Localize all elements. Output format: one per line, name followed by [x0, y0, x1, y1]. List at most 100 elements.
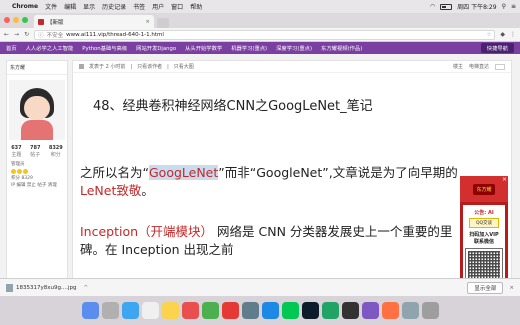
extension-icon[interactable]: ◆ — [500, 31, 505, 38]
file-icon — [6, 283, 13, 292]
show-all-downloads-button[interactable]: 显示全部 — [467, 281, 504, 294]
points-row: 积分 8329 — [11, 176, 33, 181]
nav-videos[interactable]: 东方耀视频(作品) — [321, 44, 362, 52]
download-item[interactable]: 1835317y8xu9g....jpg ^ — [6, 283, 88, 292]
safari-icon[interactable] — [121, 302, 139, 319]
avatar[interactable] — [9, 80, 65, 140]
quick-nav-button[interactable]: 快捷导航 — [480, 43, 514, 53]
stat-points[interactable]: 8329 积分 — [49, 145, 63, 158]
post-meta: 发表于 2 小时前 | 只看该作者 | 只看大图 楼主 电梯直达 — [73, 61, 511, 73]
author-only-link[interactable]: 只看该作者 — [137, 63, 162, 70]
app-store-icon[interactable] — [261, 302, 279, 319]
menu-file[interactable]: 文件 — [45, 2, 57, 11]
tab-strip: 【新版 × — [0, 13, 520, 28]
ad-announcement: 公告: AI — [474, 210, 494, 216]
nav-django[interactable]: 网站开发Django — [136, 44, 176, 52]
new-tab-button[interactable] — [157, 18, 169, 28]
xcode-icon[interactable] — [361, 302, 379, 319]
post-paragraph-2-cont: 碑。在 Inception 出现之前 — [80, 242, 234, 257]
menu-people[interactable]: 用户 — [152, 2, 164, 11]
menu-app[interactable]: Chrome — [12, 3, 38, 10]
author-sidebar: 东方耀 637 主题 787 帖子 8329 积分 管理员 积分 8329 IP… — [6, 60, 68, 290]
forward-icon[interactable]: → — [14, 31, 19, 38]
menubar-clock[interactable]: 周四 下午8:29 — [457, 2, 496, 11]
photoshop-icon[interactable] — [301, 302, 319, 319]
finder-icon[interactable] — [81, 302, 99, 319]
insecure-label: 不安全 — [46, 32, 64, 39]
download-filename: 1835317y8xu9g....jpg — [16, 284, 77, 291]
search-icon[interactable]: ⚲ — [502, 3, 506, 10]
menu-window[interactable]: 窗口 — [171, 2, 183, 11]
stat-posts[interactable]: 787 帖子 — [30, 145, 40, 158]
back-icon[interactable]: ← — [4, 31, 9, 38]
author-name[interactable]: 东方耀 — [7, 61, 67, 75]
site-info-icon[interactable]: ⓘ — [38, 31, 44, 39]
url-field[interactable]: ⓘ 不安全 www.ai111.vip/thread-640-1-1.html … — [34, 29, 496, 40]
nav-home[interactable]: 首页 — [6, 44, 17, 52]
online-status-icon — [79, 64, 84, 69]
nav-ai[interactable]: 人人必学之人工智能 — [26, 44, 74, 52]
floor-label: 楼主 — [452, 64, 463, 70]
mac-dock — [0, 296, 520, 325]
downloads-folder-icon[interactable] — [401, 302, 419, 319]
terminal-icon[interactable] — [341, 302, 359, 319]
chevron-up-icon[interactable]: ^ — [83, 285, 88, 291]
wifi-icon[interactable]: ◠ — [430, 3, 435, 10]
battery-icon[interactable] — [440, 3, 453, 10]
author-info: 管理员 积分 8329 IP 编辑 禁止 帖子 清理 — [7, 158, 67, 192]
chrome-icon[interactable] — [221, 302, 239, 319]
qq-chat-button[interactable]: QQ交谈 — [469, 218, 499, 228]
admin-actions[interactable]: IP 编辑 禁止 帖子 清理 — [11, 182, 63, 189]
calendar-icon[interactable] — [141, 302, 159, 319]
close-window-icon[interactable] — [4, 17, 10, 23]
preview-icon[interactable] — [381, 302, 399, 319]
messages-icon[interactable] — [201, 302, 219, 319]
chrome-menu-icon[interactable]: ⋮ — [510, 31, 516, 38]
trash-icon[interactable] — [421, 302, 439, 319]
launchpad-icon[interactable] — [101, 302, 119, 319]
nav-dl[interactable]: 深度学习(重点) — [276, 44, 312, 52]
tab-title: 【新版 — [47, 19, 64, 26]
download-shelf: 1835317y8xu9g....jpg ^ 显示全部 × — [0, 278, 520, 296]
menu-history[interactable]: 历史记录 — [102, 2, 126, 11]
ad-scan-text: 扫码加入VIP 联系微信 — [469, 232, 499, 245]
author-role[interactable]: 管理员 — [11, 161, 63, 168]
post-time: 发表于 2 小时前 — [89, 64, 126, 70]
nav-math[interactable]: 从头开始学数学 — [185, 44, 222, 52]
reload-icon[interactable]: ↻ — [24, 31, 29, 38]
music-icon[interactable] — [181, 302, 199, 319]
post-paragraph-1-cont: LeNet致敬。 — [80, 183, 154, 198]
stat-threads[interactable]: 637 主题 — [11, 145, 21, 158]
jump-to-floor-link[interactable]: 电梯直达 — [469, 63, 489, 70]
menu-list-icon[interactable]: ≡ — [511, 3, 516, 10]
close-shelf-icon[interactable]: × — [509, 285, 514, 291]
bookmark-star-icon[interactable]: ☆ — [486, 32, 491, 38]
menu-bookmarks[interactable]: 书签 — [133, 2, 145, 11]
site-favicon-icon — [38, 18, 44, 25]
minimize-window-icon[interactable] — [13, 17, 19, 23]
nav-ml[interactable]: 机器学习(重点) — [231, 44, 267, 52]
url-text: www.ai111.vip/thread-640-1-1.html — [66, 31, 164, 38]
menu-view[interactable]: 显示 — [83, 2, 95, 11]
menu-help[interactable]: 帮助 — [190, 2, 202, 11]
big-image-link[interactable]: 只看大图 — [174, 63, 194, 70]
close-tab-icon[interactable]: × — [145, 19, 150, 25]
ad-close-icon[interactable]: × — [502, 176, 507, 183]
pycharm-icon[interactable] — [321, 302, 339, 319]
floor-input[interactable] — [495, 63, 505, 70]
site-navigation: 首页 人人必学之人工智能 Python基础与高级 网站开发Django 从头开始… — [0, 42, 520, 54]
address-bar: ← → ↻ ⓘ 不安全 www.ai111.vip/thread-640-1-1… — [0, 28, 520, 42]
menu-edit[interactable]: 编辑 — [64, 2, 76, 11]
post-paragraph-2: Inception（开端模块） 网络是 CNN 分类器发展史上一个重要的里 — [80, 224, 453, 239]
highlighted-term: GoogLeNet — [148, 165, 219, 180]
ad-badge: 东方耀 — [473, 183, 495, 195]
zoom-window-icon[interactable] — [22, 17, 28, 23]
mac-menubar: Chrome 文件 编辑 显示 历史记录 书签 用户 窗口 帮助 ◠ 周四 下午… — [0, 0, 520, 13]
post-title: 48、经典卷积神经网络CNN之GoogLeNet_笔记 — [93, 99, 373, 114]
window-controls — [4, 17, 28, 23]
browser-tab[interactable]: 【新版 × — [34, 15, 154, 28]
wechat-icon[interactable] — [281, 302, 299, 319]
settings-icon[interactable] — [241, 302, 259, 319]
notes-icon[interactable] — [161, 302, 179, 319]
nav-python[interactable]: Python基础与高级 — [82, 44, 127, 52]
